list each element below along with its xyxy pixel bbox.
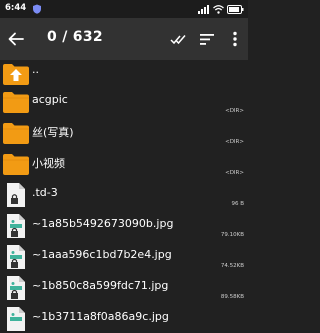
item-meta: <DIR> <box>225 139 244 145</box>
folder-icon <box>3 154 29 175</box>
list-item-image[interactable]: ~1aaa596c1bd7b2e4.jpg 74.52KB <box>0 241 248 272</box>
item-name: .. <box>32 63 39 76</box>
item-meta: 89.58KB <box>220 294 244 300</box>
item-name: 小视频 <box>32 157 65 170</box>
list-item-folder[interactable]: 小视频 <DIR> <box>0 148 248 179</box>
item-name: ~1aaa596c1bd7b2e4.jpg <box>32 248 172 261</box>
item-name: .td-3 <box>32 186 58 199</box>
list-item-folder[interactable]: acgpic <DIR> <box>0 86 248 117</box>
list-item-parent-dir[interactable]: .. <box>0 60 248 86</box>
status-bar: 6:44 <box>0 0 248 18</box>
vpn-shield-icon <box>33 4 41 14</box>
list-item-image[interactable]: ~1b850c8a599fdc71.jpg 89.58KB <box>0 272 248 303</box>
item-name: ~1b3711a8f0a86a9c.jpg <box>32 310 169 323</box>
battery-icon <box>227 4 244 14</box>
status-right <box>198 4 244 14</box>
file-locked-icon <box>7 183 25 207</box>
image-file-icon <box>7 214 25 238</box>
list-item-image[interactable]: ~1a85b5492673090b.jpg 79.10KB <box>0 210 248 241</box>
folder-up-icon <box>3 64 29 85</box>
signal-icon <box>198 4 209 14</box>
wifi-icon <box>213 4 224 14</box>
item-meta: 96 B <box>231 201 244 207</box>
item-name: acgpic <box>32 93 68 106</box>
item-meta: 74.52KB <box>220 263 244 269</box>
page-title: 0 / 632 <box>47 29 103 45</box>
item-name: ~1a85b5492673090b.jpg <box>32 217 174 230</box>
image-file-icon <box>7 276 25 300</box>
toolbar: 0 / 632 <box>0 18 248 60</box>
folder-icon <box>3 92 29 113</box>
list-item-folder[interactable]: 丝(写真) <DIR> <box>0 117 248 148</box>
item-meta: <DIR> <box>225 108 244 114</box>
sort-icon[interactable] <box>197 29 217 49</box>
item-name: ~1b850c8a599fdc71.jpg <box>32 279 169 292</box>
item-name: 丝(写真) <box>32 126 74 139</box>
image-file-icon <box>7 245 25 269</box>
list-item-image[interactable]: ~1b3711a8f0a86a9c.jpg <box>0 303 248 333</box>
select-all-icon[interactable] <box>168 29 188 49</box>
file-list: .. acgpic <DIR> 丝(写真) <DIR> 小视频 <DIR> .t… <box>0 60 248 333</box>
back-arrow-icon[interactable] <box>6 29 26 49</box>
status-time: 6:44 <box>5 3 27 13</box>
image-file-icon <box>7 307 25 331</box>
more-vert-icon[interactable] <box>225 29 245 49</box>
list-item-file[interactable]: .td-3 96 B <box>0 179 248 210</box>
item-meta: <DIR> <box>225 170 244 176</box>
folder-icon <box>3 123 29 144</box>
item-meta: 79.10KB <box>220 232 244 238</box>
